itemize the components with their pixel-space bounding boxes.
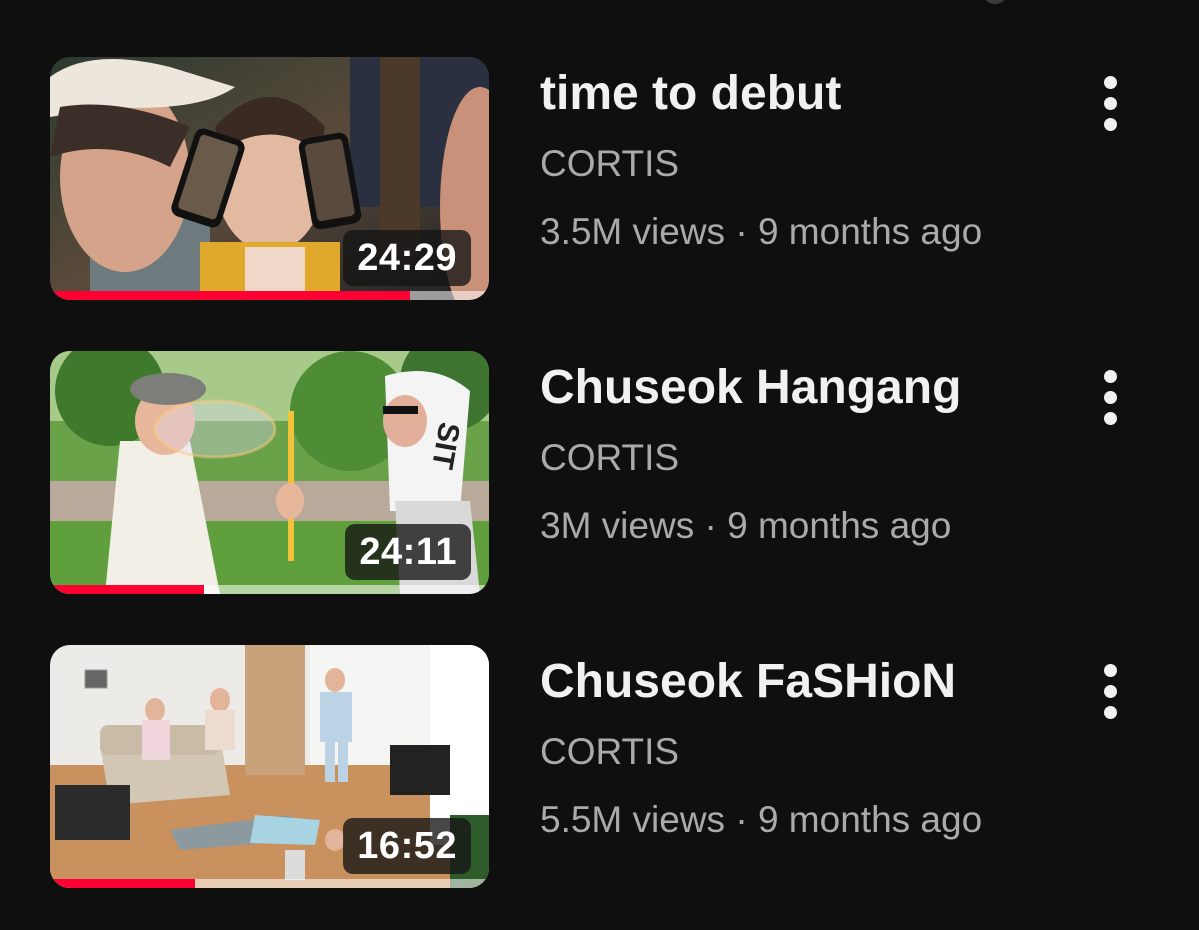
video-stats: 3M views · 9 months ago xyxy=(540,503,1080,549)
channel-name[interactable]: CORTIS xyxy=(540,435,1080,481)
separator: · xyxy=(735,211,748,252)
watch-progress-fill xyxy=(50,879,195,888)
more-vert-icon[interactable] xyxy=(1086,65,1134,141)
video-title[interactable]: Chuseok Hangang xyxy=(540,359,1080,417)
separator: · xyxy=(704,505,717,546)
video-item[interactable]: 16:52 Chuseok FaSHioN CORTIS 5.5M views … xyxy=(0,645,1199,891)
watch-progress-fill xyxy=(50,585,204,594)
upload-age: 9 months ago xyxy=(757,211,983,252)
video-title[interactable]: Chuseok FaSHioN xyxy=(540,653,1080,711)
more-vert-icon[interactable] xyxy=(1086,653,1134,729)
upload-age: 9 months ago xyxy=(757,799,983,840)
watch-progress-fill xyxy=(50,291,410,300)
video-item[interactable]: 24:29 time to debut CORTIS 3.5M views · … xyxy=(0,57,1199,303)
video-duration: 24:11 xyxy=(345,524,471,580)
video-thumbnail[interactable]: 16:52 xyxy=(50,645,489,888)
upload-age: 9 months ago xyxy=(727,505,952,546)
separator: · xyxy=(735,799,748,840)
video-meta: time to debut CORTIS 3.5M views · 9 mont… xyxy=(540,57,1080,255)
watch-progress-bar xyxy=(50,585,489,594)
video-stats: 5.5M views · 9 months ago xyxy=(540,797,1080,843)
video-thumbnail[interactable]: SIT 24:11 xyxy=(50,351,489,594)
video-stats: 3.5M views · 9 months ago xyxy=(540,209,1080,255)
video-item[interactable]: SIT 24:11 Chuseok Hangang CORTIS 3M view… xyxy=(0,351,1199,597)
more-vert-icon[interactable] xyxy=(1086,359,1134,435)
watch-progress-bar xyxy=(50,291,489,300)
channel-name[interactable]: CORTIS xyxy=(540,141,1080,187)
video-duration: 24:29 xyxy=(343,230,471,286)
channel-name[interactable]: CORTIS xyxy=(540,729,1080,775)
view-count: 3M views xyxy=(540,505,695,546)
view-count: 3.5M views xyxy=(540,211,726,252)
watch-progress-bar xyxy=(50,879,489,888)
video-meta: Chuseok FaSHioN CORTIS 5.5M views · 9 mo… xyxy=(540,645,1080,843)
video-duration: 16:52 xyxy=(343,818,471,874)
video-title[interactable]: time to debut xyxy=(540,65,1080,123)
video-meta: Chuseok Hangang CORTIS 3M views · 9 mont… xyxy=(540,351,1080,549)
view-count: 5.5M views xyxy=(540,799,726,840)
partial-icon-above xyxy=(984,0,1006,4)
video-thumbnail[interactable]: 24:29 xyxy=(50,57,489,300)
